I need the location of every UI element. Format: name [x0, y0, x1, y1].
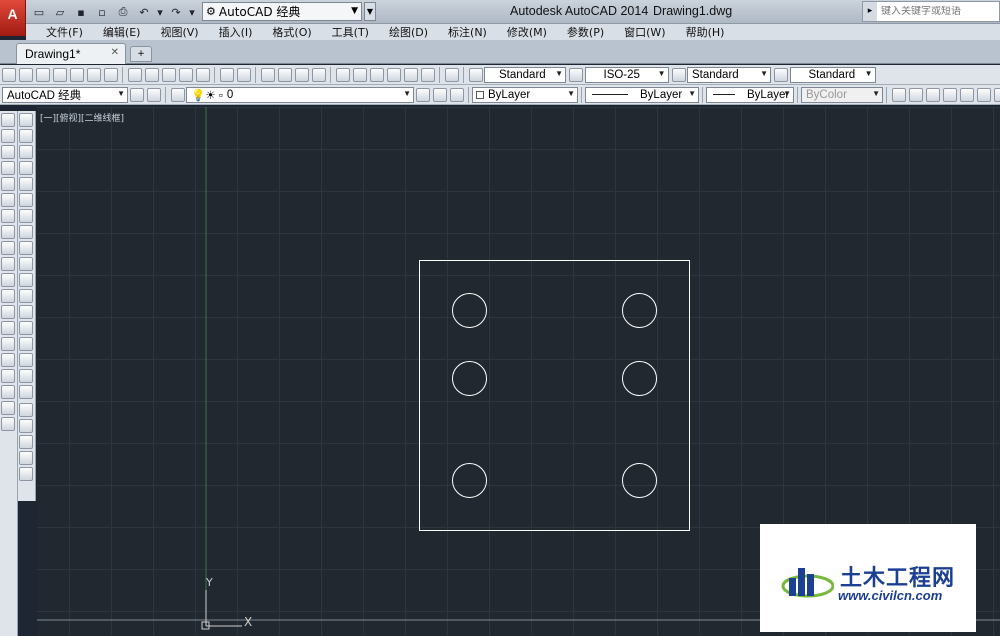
- ucs-x-label: X: [244, 615, 252, 629]
- ucs-y-label: Y: [205, 576, 213, 589]
- hole-circle-3: [452, 361, 487, 396]
- site-watermark: 土木工程网 www.civilcn.com: [760, 524, 976, 632]
- hole-circle-5: [452, 463, 487, 498]
- plate-rectangle: [419, 260, 690, 531]
- civilcn-logo-icon: [781, 568, 834, 598]
- hole-circle-4: [622, 361, 657, 396]
- hole-circle-1: [452, 293, 487, 328]
- ucs-icon: [201, 590, 242, 630]
- hole-circle-6: [622, 463, 657, 498]
- watermark-url: www.civilcn.com: [838, 588, 943, 603]
- hole-circle-2: [622, 293, 657, 328]
- holes-group: [452, 293, 657, 498]
